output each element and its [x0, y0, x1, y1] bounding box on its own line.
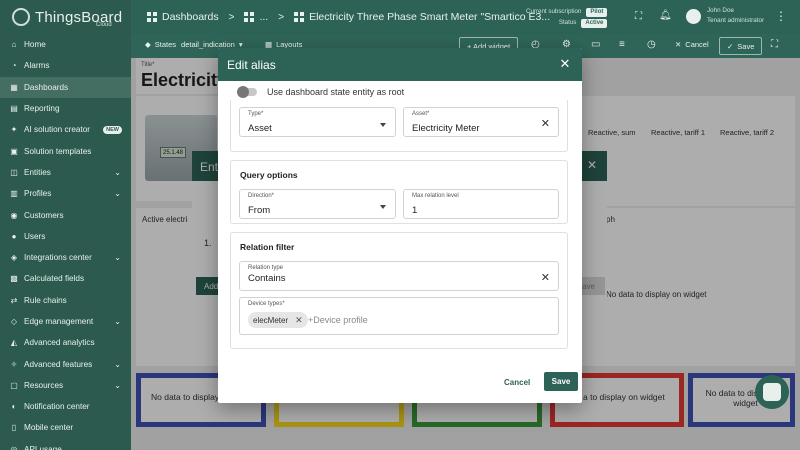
dialog-actions: Cancel Save	[218, 363, 582, 403]
device-types-label: Device types*	[248, 301, 285, 307]
dropdown-arrow-icon	[380, 123, 386, 127]
relation-type-label: Relation type	[248, 265, 284, 271]
breadcrumb-separator: >	[228, 11, 235, 23]
user-menu[interactable]: John Doe Tenant administrator	[686, 6, 764, 26]
asset-autocomplete[interactable]: Asset* Electricity Meter ✕	[403, 107, 559, 137]
display-icon[interactable]: ▭	[591, 39, 600, 50]
dashboard-state-root-toggle[interactable]: Use dashboard state entity as root	[237, 86, 405, 98]
fullscreen-icon[interactable]: ⛶	[635, 11, 642, 22]
dashboard-icon	[244, 12, 255, 22]
max-relation-level-input[interactable]: Max relation level 1	[403, 189, 559, 219]
user-role: Tenant administrator	[707, 17, 765, 24]
max-level-value: 1	[412, 205, 418, 216]
section-title: Relation filter	[240, 242, 295, 252]
avatar	[686, 8, 701, 24]
dashboard-icon	[294, 12, 305, 22]
save-button[interactable]: Save	[544, 372, 578, 391]
dialog-title: Edit alias	[227, 57, 276, 72]
filter-icon[interactable]: ≡	[619, 39, 625, 50]
breadcrumb-current: Electricity Three Phase Smart Meter "Sma…	[309, 11, 551, 23]
relation-filter-section: Relation filter Relation type Contains ✕…	[230, 232, 568, 349]
toggle-label: Use dashboard state entity as root	[267, 87, 405, 97]
breadcrumb-dashboards[interactable]: Dashboards	[162, 11, 219, 23]
toggle-switch[interactable]	[237, 86, 257, 98]
relation-type-value: Contains	[248, 273, 286, 284]
bot-icon	[763, 383, 781, 401]
device-types-chip-list[interactable]: Device types* elecMeter ✕ +Device profil…	[239, 297, 559, 335]
dialog-header: Edit alias	[218, 48, 582, 81]
more-vert-icon[interactable]: ⋮	[775, 9, 787, 23]
direction-select[interactable]: Direction* From	[239, 189, 396, 219]
clear-icon[interactable]: ✕	[541, 273, 550, 284]
breadcrumb-ellipsis[interactable]: ...	[259, 11, 268, 23]
states-label: States	[154, 40, 177, 49]
asset-value: Electricity Meter	[412, 123, 480, 134]
cancel-edit-button[interactable]: ✕ Cancel	[675, 40, 709, 49]
root-entity-section: Type* Asset Asset* Electricity Meter ✕	[230, 100, 568, 152]
section-title: Query options	[240, 170, 298, 180]
check-icon: ✓	[727, 41, 734, 51]
close-icon: ✕	[675, 40, 682, 49]
subscription-label: Current subscription	[526, 8, 582, 15]
breadcrumb-separator: >	[278, 11, 285, 23]
timewindow-icon[interactable]: ◷	[647, 39, 656, 50]
dropdown-arrow-icon	[380, 205, 386, 209]
fullscreen-icon[interactable]: ⛶	[771, 39, 778, 50]
subscription-info: Current subscription Pilot Status Active	[526, 6, 608, 28]
edit-alias-dialog: Edit alias ✕ Use dashboard state entity …	[218, 48, 582, 403]
direction-label: Direction*	[248, 193, 275, 199]
device-profile-input[interactable]: +Device profile	[308, 315, 368, 325]
layers-icon: ◆	[145, 40, 151, 49]
asset-label: Asset*	[412, 111, 430, 117]
topbar: Dashboards > ... > Electricity Three Pha…	[131, 0, 800, 34]
breadcrumb: Dashboards > ... > Electricity Three Pha…	[147, 11, 550, 23]
help-fab[interactable]	[755, 375, 789, 409]
close-icon[interactable]: ✕	[558, 57, 572, 71]
chip-remove-icon[interactable]: ✕	[295, 315, 303, 326]
user-name: John Doe	[707, 7, 734, 14]
save-dashboard-button[interactable]: ✓ Save	[719, 37, 763, 55]
cancel-button[interactable]: Cancel	[504, 378, 530, 387]
type-value: Asset	[248, 123, 272, 134]
sidebar-backdrop	[0, 0, 131, 450]
status-badge: Active	[581, 19, 608, 28]
max-level-label: Max relation level	[412, 193, 459, 199]
type-label: Type*	[248, 111, 264, 117]
dashboard-icon	[147, 12, 157, 22]
direction-value: From	[248, 205, 271, 216]
notifications-icon[interactable]: 🔔︎	[659, 10, 672, 21]
save-label: Save	[737, 41, 755, 51]
dialog-body: Use dashboard state entity as root Type*…	[218, 81, 582, 363]
chip-label: elecMeter	[253, 315, 289, 325]
query-options-section: Query options Direction* From Max relati…	[230, 160, 568, 224]
status-label: Status	[558, 19, 577, 26]
type-select[interactable]: Type* Asset	[239, 107, 396, 137]
subscription-badge: Pilot	[586, 8, 608, 17]
device-type-chip[interactable]: elecMeter ✕	[248, 312, 308, 328]
clear-icon[interactable]: ✕	[541, 119, 550, 130]
relation-type-autocomplete[interactable]: Relation type Contains ✕	[239, 261, 559, 291]
cancel-label: Cancel	[685, 40, 709, 49]
